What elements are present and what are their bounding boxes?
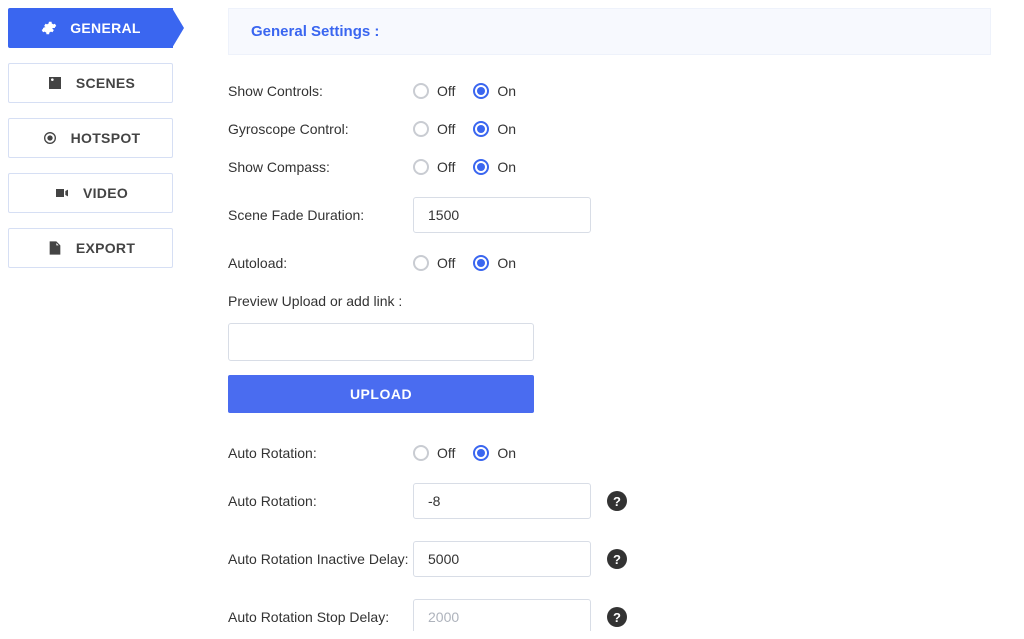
autoload-on-radio[interactable] [473,255,489,271]
upload-button[interactable]: UPLOAD [228,375,534,413]
sidebar-item-scenes[interactable]: SCENES [8,63,173,103]
radio-on-label: On [497,83,516,99]
panel-title: General Settings : [228,8,991,55]
radio-off-label: Off [437,159,455,175]
radio-on-label: On [497,159,516,175]
help-icon[interactable]: ? [607,549,627,569]
radio-off-label: Off [437,445,455,461]
auto-rotation-inactive-delay-label: Auto Rotation Inactive Delay: [228,551,428,567]
autoload-off-radio[interactable] [413,255,429,271]
auto-rotation-inactive-delay-input[interactable] [413,541,591,577]
radio-off-label: Off [437,83,455,99]
sidebar-item-label: VIDEO [83,185,128,201]
target-icon [41,129,59,147]
sidebar-item-label: HOTSPOT [71,130,141,146]
show-compass-on-radio[interactable] [473,159,489,175]
scene-fade-input[interactable] [413,197,591,233]
auto-rotation-off-radio[interactable] [413,445,429,461]
preview-upload-label: Preview Upload or add link : [228,293,991,309]
radio-on-label: On [497,255,516,271]
show-compass-label: Show Compass: [228,159,413,175]
sidebar-item-label: EXPORT [76,240,135,256]
video-icon [53,184,71,202]
radio-on-label: On [497,445,516,461]
auto-rotation-stop-delay-label: Auto Rotation Stop Delay: [228,609,413,625]
gyroscope-on-radio[interactable] [473,121,489,137]
sidebar-item-video[interactable]: VIDEO [8,173,173,213]
gyroscope-label: Gyroscope Control: [228,121,413,137]
help-icon[interactable]: ? [607,491,627,511]
show-controls-label: Show Controls: [228,83,413,99]
cogs-icon [40,19,58,37]
sidebar-item-general[interactable]: GENERAL [8,8,173,48]
radio-on-label: On [497,121,516,137]
sidebar-item-label: SCENES [76,75,135,91]
auto-rotation-toggle-label: Auto Rotation: [228,445,413,461]
sidebar-item-hotspot[interactable]: HOTSPOT [8,118,173,158]
auto-rotation-on-radio[interactable] [473,445,489,461]
radio-off-label: Off [437,121,455,137]
show-compass-off-radio[interactable] [413,159,429,175]
preview-upload-input[interactable] [228,323,534,361]
export-icon [46,239,64,257]
show-controls-off-radio[interactable] [413,83,429,99]
auto-rotation-value-input[interactable] [413,483,591,519]
sidebar: GENERAL SCENES HOTSPOT VIDEO EXPORT [8,8,183,631]
autoload-label: Autoload: [228,255,413,271]
auto-rotation-value-label: Auto Rotation: [228,493,413,509]
gyroscope-off-radio[interactable] [413,121,429,137]
sidebar-item-export[interactable]: EXPORT [8,228,173,268]
radio-off-label: Off [437,255,455,271]
show-controls-on-radio[interactable] [473,83,489,99]
scene-fade-label: Scene Fade Duration: [228,207,413,223]
auto-rotation-stop-delay-input[interactable] [413,599,591,631]
help-icon[interactable]: ? [607,607,627,627]
image-icon [46,74,64,92]
sidebar-item-label: GENERAL [70,20,141,36]
main-panel: General Settings : Show Controls: Off On… [183,8,1016,631]
